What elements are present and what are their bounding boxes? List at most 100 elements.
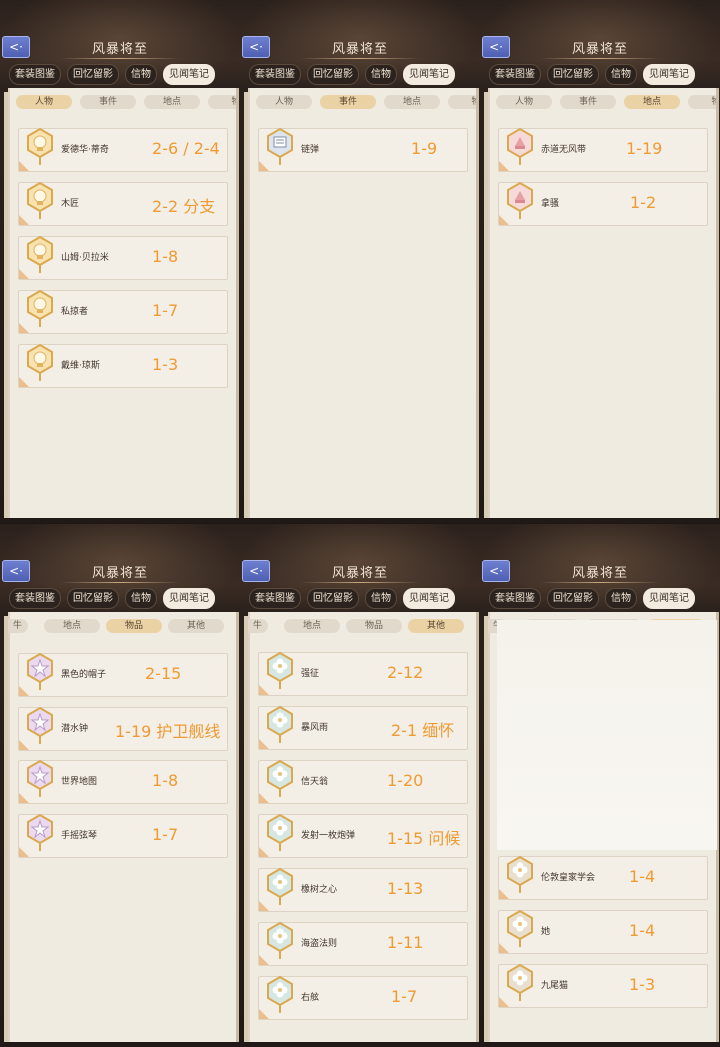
- tab-tokens[interactable]: 信物: [365, 588, 397, 609]
- list-item[interactable]: 世界地图 1-8: [18, 759, 228, 804]
- tab-notes[interactable]: 见闻笔记: [403, 64, 455, 85]
- entry-name: 世界地图: [61, 777, 98, 787]
- tab-memories[interactable]: 回忆留影: [547, 588, 599, 609]
- main-tabs: 套装图鉴 回忆留影 信物 见闻笔记: [249, 588, 455, 609]
- list-item[interactable]: 海盗法则 1-11: [258, 921, 468, 966]
- list-item[interactable]: 暴风雨 2-1 缅怀: [258, 705, 468, 750]
- entry-stage-note: 2-6 / 2-4: [152, 139, 220, 158]
- entry-name: 九尾猫: [541, 981, 569, 991]
- list-item[interactable]: 链弹 1-9: [258, 127, 468, 172]
- tab-outfit-catalog[interactable]: 套装图鉴: [489, 588, 541, 609]
- list-item[interactable]: 爱德华·蒂奇 2-6 / 2-4: [18, 127, 228, 172]
- subtab-places[interactable]: 地点: [144, 95, 200, 109]
- entry-name: 橡树之心: [301, 885, 338, 895]
- tab-memories[interactable]: 回忆留影: [547, 64, 599, 85]
- subtab-places[interactable]: 地点: [284, 619, 340, 633]
- entry-name: 山姆·贝拉米: [61, 253, 109, 263]
- tab-notes[interactable]: 见闻笔记: [163, 588, 215, 609]
- bulb-icon: [27, 127, 53, 165]
- tab-notes[interactable]: 见闻笔记: [643, 588, 695, 609]
- title-divider: [540, 582, 660, 583]
- tab-outfit-catalog[interactable]: 套装图鉴: [249, 64, 301, 85]
- subtab-previous[interactable]: 牛: [248, 619, 268, 633]
- entry-name: 她: [541, 927, 551, 937]
- list-item[interactable]: 戴维·琼斯 1-3: [18, 343, 228, 388]
- entry-stage-note: 1-3: [629, 975, 656, 994]
- subtab-items[interactable]: 物: [688, 95, 716, 109]
- entry-name: 木匠: [61, 199, 80, 209]
- tab-outfit-catalog[interactable]: 套装图鉴: [9, 64, 61, 85]
- subtab-others[interactable]: 其他: [168, 619, 224, 633]
- tab-notes[interactable]: 见闻笔记: [163, 64, 215, 85]
- tab-notes[interactable]: 见闻笔记: [643, 64, 695, 85]
- tab-memories[interactable]: 回忆留影: [307, 64, 359, 85]
- tab-memories[interactable]: 回忆留影: [67, 64, 119, 85]
- tab-outfit-catalog[interactable]: 套装图鉴: [9, 588, 61, 609]
- entry-name: 赤道无风带: [541, 145, 587, 155]
- main-tabs: 套装图鉴 回忆留影 信物 见闻笔记: [489, 64, 695, 85]
- list-item[interactable]: 拿骚 1-2: [498, 181, 708, 226]
- list-item[interactable]: 强征 2-12: [258, 651, 468, 696]
- flower-icon: [267, 921, 293, 959]
- list-item[interactable]: 信天翁 1-20: [258, 759, 468, 804]
- tab-notes[interactable]: 见闻笔记: [403, 588, 455, 609]
- sub-tabs: 人物 事件 地点 物: [8, 94, 236, 110]
- scroll-icon: [267, 127, 293, 165]
- subtab-places[interactable]: 地点: [384, 95, 440, 109]
- entry-stage-note: 1-3: [152, 355, 179, 374]
- list-item[interactable]: 九尾猫 1-3: [498, 963, 708, 1008]
- flower-icon: [267, 867, 293, 905]
- tab-tokens[interactable]: 信物: [125, 588, 157, 609]
- flower-icon: [267, 813, 293, 851]
- title-divider: [540, 58, 660, 59]
- list-item[interactable]: 右舷 1-7: [258, 975, 468, 1020]
- entry-name: 海盗法则: [301, 939, 338, 949]
- bulb-icon: [27, 181, 53, 219]
- tab-tokens[interactable]: 信物: [605, 64, 637, 85]
- subtab-items[interactable]: 物: [208, 95, 236, 109]
- subtab-characters[interactable]: 人物: [16, 95, 72, 109]
- tab-memories[interactable]: 回忆留影: [67, 588, 119, 609]
- tab-memories[interactable]: 回忆留影: [307, 588, 359, 609]
- subtab-characters[interactable]: 人物: [256, 95, 312, 109]
- tab-tokens[interactable]: 信物: [125, 64, 157, 85]
- title-divider: [60, 58, 180, 59]
- tab-tokens[interactable]: 信物: [605, 588, 637, 609]
- tab-outfit-catalog[interactable]: 套装图鉴: [489, 64, 541, 85]
- entry-stage-note: 2-2 分支: [152, 197, 216, 216]
- page-title: 风暴将至: [331, 566, 388, 581]
- list-item[interactable]: 山姆·贝拉米 1-8: [18, 235, 228, 280]
- entry-stage-note: 2-15: [145, 664, 182, 683]
- page-title: 风暴将至: [571, 566, 628, 581]
- entry-name: 强征: [301, 669, 320, 679]
- list-item[interactable]: 黑色的帽子 2-15: [18, 652, 228, 697]
- entry-stage-note: 1-4: [629, 867, 656, 886]
- list-item[interactable]: 赤道无风带 1-19: [498, 127, 708, 172]
- subtab-previous[interactable]: 牛: [8, 619, 28, 633]
- list-item[interactable]: 伦敦皇家学会 1-4: [498, 855, 708, 900]
- subtab-places[interactable]: 地点: [624, 95, 680, 109]
- subtab-events[interactable]: 事件: [560, 95, 616, 109]
- subtab-characters[interactable]: 人物: [496, 95, 552, 109]
- list-item[interactable]: 私掠者 1-7: [18, 289, 228, 334]
- flower-icon: [267, 975, 293, 1013]
- tab-outfit-catalog[interactable]: 套装图鉴: [249, 588, 301, 609]
- subtab-places[interactable]: 地点: [44, 619, 100, 633]
- list-item[interactable]: 她 1-4: [498, 909, 708, 954]
- subtab-others[interactable]: 其他: [408, 619, 464, 633]
- subtab-events[interactable]: 事件: [320, 95, 376, 109]
- list-item[interactable]: 橡树之心 1-13: [258, 867, 468, 912]
- star-icon: [27, 706, 53, 744]
- subtab-items[interactable]: 物品: [106, 619, 162, 633]
- list-item[interactable]: 木匠 2-2 分支: [18, 181, 228, 226]
- subtab-items[interactable]: 物: [448, 95, 476, 109]
- sub-tabs: 牛 地点 物品 其他: [8, 618, 236, 634]
- subtab-events[interactable]: 事件: [80, 95, 136, 109]
- list-item[interactable]: 发射一枚炮弹 1-15 问候: [258, 813, 468, 858]
- location-icon: [507, 181, 533, 219]
- page-title: 风暴将至: [571, 42, 628, 57]
- tab-tokens[interactable]: 信物: [365, 64, 397, 85]
- list-item[interactable]: 手摇弦琴 1-7: [18, 813, 228, 858]
- subtab-items[interactable]: 物品: [346, 619, 402, 633]
- list-item[interactable]: 潜水钟 1-19 护卫舰线: [18, 706, 228, 751]
